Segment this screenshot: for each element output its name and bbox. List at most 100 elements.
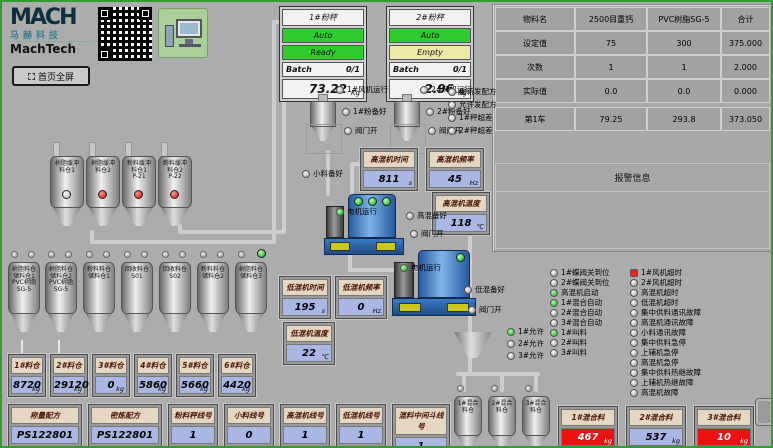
radio-powder1-ready[interactable]: 1#粉备好: [342, 106, 387, 117]
hopper-inlet: [53, 142, 60, 157]
radio-label: 阀门开: [355, 126, 378, 135]
qr-finder-icon: [98, 48, 111, 61]
radio-call3[interactable]: 3#叫料: [550, 347, 587, 358]
receiver-frame: [306, 124, 342, 154]
weigh-recipe-box: 称量配方 PS122801: [7, 403, 83, 446]
radio-high-mixer-motor[interactable]: 电机运行: [336, 206, 377, 217]
hopper-body: 树脂缓冲 料仓2: [86, 156, 120, 208]
radio-indicator: [468, 305, 476, 314]
intermediate-hopper: [454, 332, 492, 358]
fullscreen-button-label: 首页全屏: [37, 72, 74, 83]
alarm-high-mixer-fault[interactable]: 高混机故障: [630, 387, 679, 398]
silo3-weight-box: 3#料仓 0 kg: [91, 353, 131, 398]
fullscreen-icon: [27, 72, 35, 80]
batch-label: Batch: [286, 65, 312, 74]
buffer-hopper-3: 粉料缓冲 料仓1 P-21: [122, 142, 156, 234]
hmi-screen: MACH 马赫科技 MachTech 首页全屏 1#粉秤 Auto Ready …: [0, 0, 773, 448]
radio-small-material-ready[interactable]: 小料备好: [302, 168, 343, 179]
silo-cone: [86, 314, 112, 332]
hopper-body: 树脂缓冲 料仓1: [50, 156, 84, 208]
silo-label: S02: [169, 272, 181, 280]
box-value[interactable]: 1: [339, 426, 383, 444]
setpoint-cell[interactable]: 75: [576, 32, 646, 54]
radio-permit-2[interactable]: 2#允许: [507, 338, 544, 349]
radio-indicator: [630, 288, 638, 297]
value-text: PS122801: [16, 430, 74, 441]
fullscreen-button[interactable]: 首页全屏: [12, 66, 90, 86]
radio-valve1-open[interactable]: 阀门开: [344, 125, 378, 136]
radio-indicator: [448, 87, 456, 96]
silo-vent: [28, 251, 35, 258]
radio-low-mixer-valve[interactable]: 阀门开: [468, 304, 502, 315]
box-label: 高混机时间: [363, 151, 415, 168]
box-value[interactable]: 195 s: [282, 298, 328, 316]
scale2-title: 2#粉秤: [389, 9, 471, 26]
scale2-mode[interactable]: Auto: [389, 28, 471, 43]
radio-indicator: [336, 85, 344, 94]
radio-scale1-tolerance[interactable]: 1#秤超差: [448, 112, 493, 123]
radio-indicator: [448, 113, 456, 122]
box-value[interactable]: PS122801: [11, 426, 79, 444]
silo-body: 回收料仓 S01: [121, 262, 153, 314]
box-value[interactable]: PS122801: [91, 426, 159, 444]
hopper-body: 粉料缓冲 料仓2 P-22: [158, 156, 192, 208]
radio-indicator: [336, 207, 344, 216]
box-value[interactable]: 22 ℃: [286, 344, 332, 362]
radio-high-mixer-ready[interactable]: 高混备好: [406, 210, 447, 221]
hopper-body: 粉料缓冲 料仓1 P-21: [122, 156, 156, 208]
radio-indicator: [630, 348, 638, 357]
radio-high-mixer-valve[interactable]: 阀门开: [410, 228, 444, 239]
radio-indicator: [630, 358, 638, 367]
box-value[interactable]: 45 Hz: [429, 170, 481, 188]
silo2-weight-box: 2#料仓 29120 kg: [49, 353, 89, 398]
silo-vent: [141, 251, 148, 258]
storage-silo-4: 回收料仓 S01: [121, 251, 153, 340]
low-mixer-freq-box: 低混机频率 0 Hz: [334, 275, 388, 320]
radio-allow-send-recipe[interactable]: 允许发配方: [448, 99, 497, 110]
value-text: 0: [357, 302, 365, 313]
box-value[interactable]: 1: [171, 426, 215, 444]
value-text: 1: [417, 441, 425, 448]
hopper-label: P-22: [168, 173, 182, 180]
mixed-silo-2: 2#混合 料仓: [488, 385, 516, 446]
radio-permit-1[interactable]: 1#允许: [507, 326, 544, 337]
radio-indicator: [550, 338, 558, 347]
box-value[interactable]: 1: [395, 437, 447, 448]
recipe-table: 物料名 2500目重钙 PVC树脂SG-5 合计 设定值 75 300 375.…: [495, 7, 770, 103]
box-label: 4#料仓: [137, 357, 169, 374]
radio-indicator: [630, 328, 638, 337]
radio-permit-3[interactable]: 3#允许: [507, 350, 544, 361]
low-mixer-machine: [392, 248, 476, 318]
high-mixer-time-box: 高混机时间 811 s: [359, 147, 419, 192]
silo-body: 树脂料仓 储料仓3: [235, 262, 267, 314]
qr-code: [98, 7, 152, 61]
silo-vent: [200, 251, 207, 258]
radio-indicator: [426, 107, 434, 116]
alarm-panel-title: 报警信息: [496, 164, 769, 192]
silo-body: 粉料料仓 储料仓2: [197, 262, 229, 314]
setpoint-cell[interactable]: 300: [648, 32, 720, 54]
value-unit: kg: [158, 385, 166, 393]
actual-total-cell: 0.000: [722, 80, 769, 102]
row-label: 设定值: [496, 32, 574, 54]
radio-label: 电机运行: [347, 207, 377, 216]
box-value[interactable]: 0: [227, 426, 271, 444]
radio-fan1-running[interactable]: 1#风机运行: [336, 84, 388, 95]
qr-finder-dot: [102, 11, 107, 16]
silo-label: S01: [131, 272, 143, 280]
box-label: 3#料仓: [95, 357, 127, 374]
radio-low-mixer-ready[interactable]: 低混备好: [464, 284, 505, 295]
box-value[interactable]: 0 Hz: [338, 298, 384, 316]
radio-scale2-tolerance[interactable]: 2#秤超差: [448, 125, 493, 136]
radio-low-mixer-motor[interactable]: 电机运行: [400, 262, 441, 273]
radio-label: 高混机故障: [641, 388, 679, 397]
scale1-mode[interactable]: Auto: [282, 28, 364, 43]
radio-label: 1#粉备好: [353, 107, 387, 116]
box-value[interactable]: 811 s: [363, 170, 415, 188]
box-value[interactable]: 1: [283, 426, 327, 444]
value-text: 195: [294, 302, 316, 313]
mixer-light: [382, 197, 391, 206]
box-value: 5660 kg: [179, 376, 211, 394]
edge-widget[interactable]: [755, 398, 771, 426]
radio-resend-recipe[interactable]: 重新发配方: [448, 86, 497, 97]
